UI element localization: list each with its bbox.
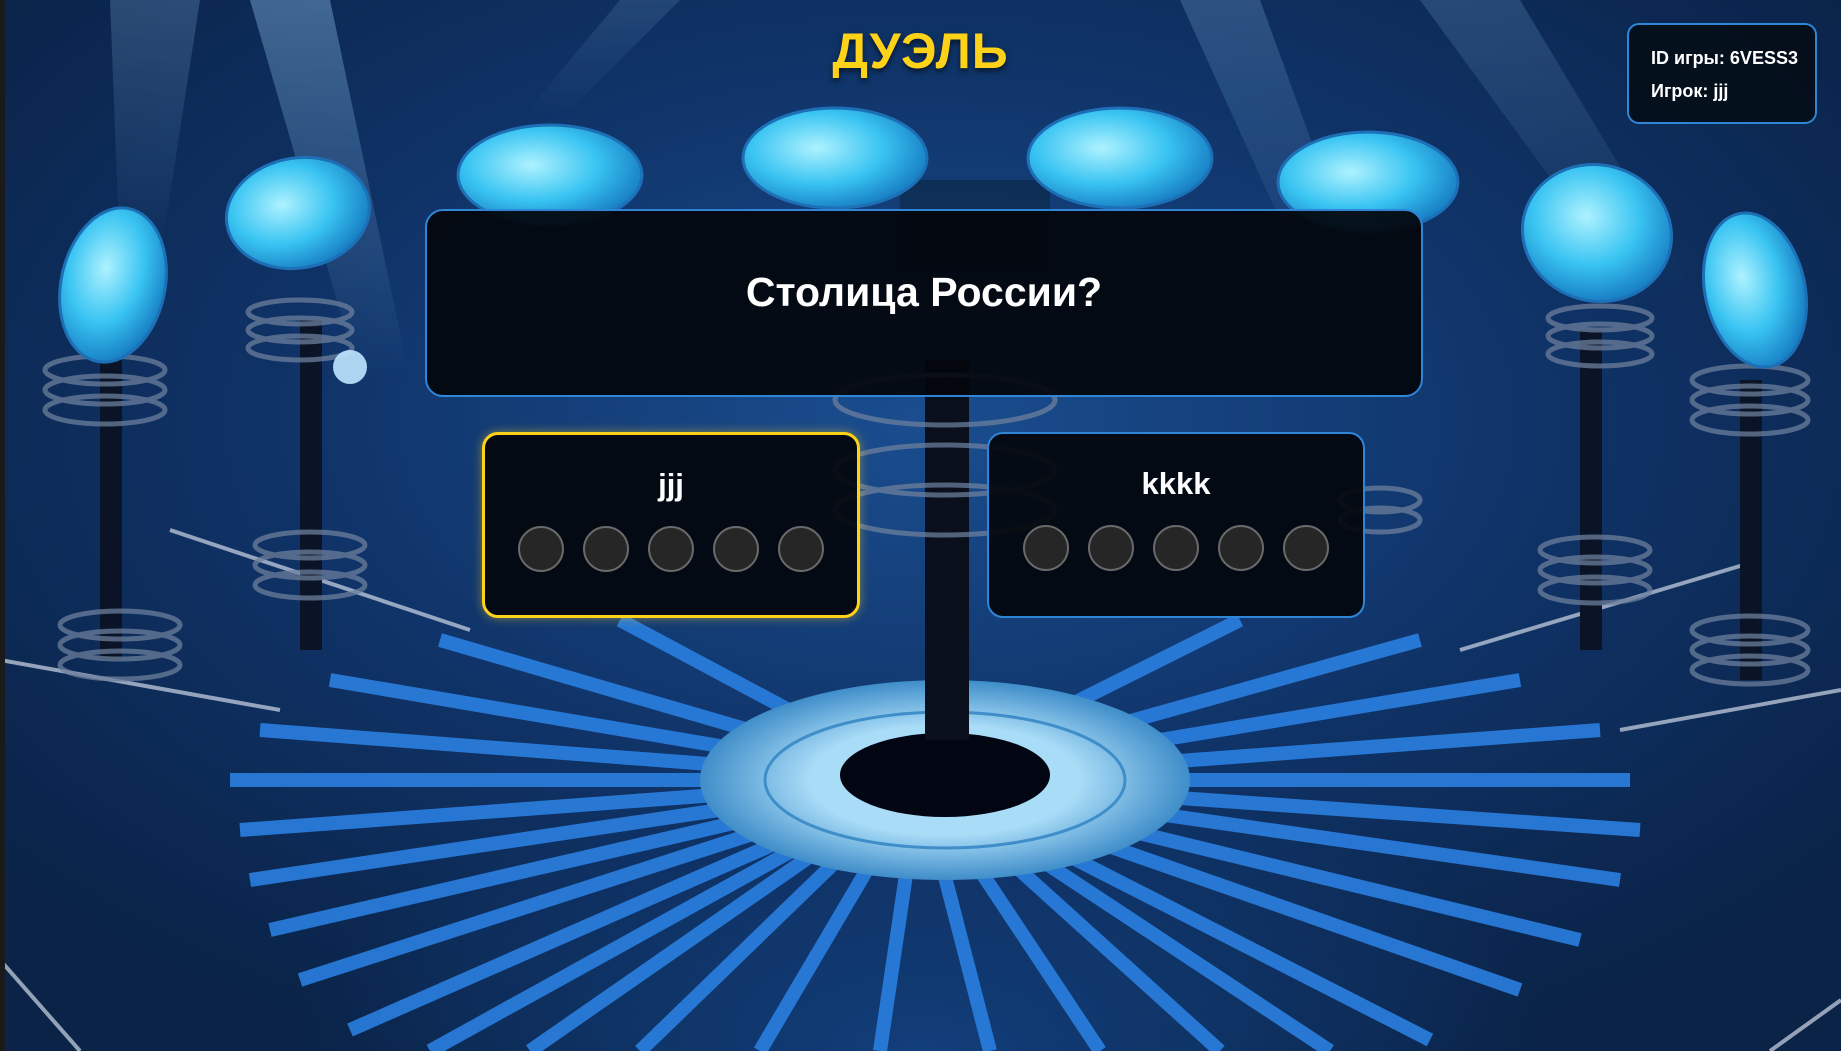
answer-indicator	[1218, 525, 1264, 571]
answer-indicator	[1088, 525, 1134, 571]
answer-indicators	[485, 526, 857, 572]
spot-light	[333, 350, 367, 384]
answer-indicator	[583, 526, 629, 572]
window-edge	[0, 0, 5, 1051]
answer-indicators	[989, 525, 1363, 571]
game-info-panel: ID игры: 6VESS3 Игрок: jjj	[1627, 23, 1817, 124]
studio-scene	[0, 0, 1841, 1051]
player-card-current: jjj	[482, 432, 860, 618]
player-name: jjj	[658, 467, 684, 502]
game-id-label: ID игры: 6VESS3	[1651, 48, 1798, 68]
player-name: kkkk	[1141, 466, 1211, 501]
question-text: Столица России?	[745, 269, 1103, 315]
answer-indicator	[778, 526, 824, 572]
studio-background	[0, 0, 1841, 1051]
player-card-opponent: kkkk	[987, 432, 1365, 618]
answer-indicator	[1023, 525, 1069, 571]
answer-indicator	[713, 526, 759, 572]
question-card: Столица России?	[425, 209, 1423, 397]
answer-indicator	[1153, 525, 1199, 571]
game-title: ДУЭЛЬ	[832, 23, 1009, 79]
answer-indicator	[518, 526, 564, 572]
player-label: Игрок: jjj	[1651, 81, 1729, 101]
answer-indicator	[1283, 525, 1329, 571]
answer-indicator	[648, 526, 694, 572]
